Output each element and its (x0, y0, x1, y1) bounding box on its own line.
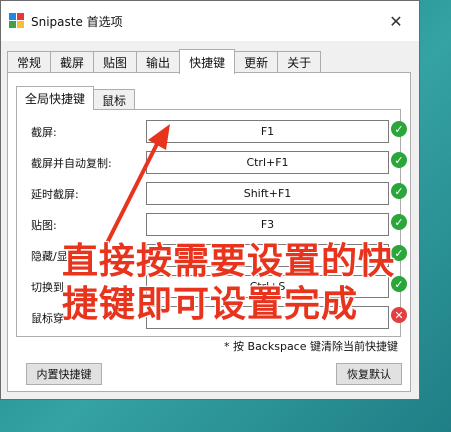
shortcut-label: 切换到 (31, 281, 64, 294)
close-icon: ✕ (389, 11, 403, 31)
shortcut-input[interactable]: F3 (146, 213, 389, 236)
sub-tabs: 全局快捷键 鼠标 (16, 86, 136, 110)
check-icon: ✓ (391, 121, 407, 137)
tab-capture[interactable]: 截屏 (50, 51, 95, 73)
shortcut-row: 贴图: F3 (17, 213, 400, 237)
tab-output[interactable]: 输出 (136, 51, 181, 73)
shortcut-input[interactable]: F1 (146, 120, 389, 143)
check-icon: ✓ (391, 152, 407, 168)
window-title: Snipaste 首选项 (31, 14, 123, 29)
tab-general[interactable]: 常规 (7, 51, 52, 73)
check-icon: ✓ (391, 183, 407, 199)
tab-shortcuts[interactable]: 快捷键 (179, 49, 236, 74)
shortcut-label: 截屏并自动复制: (31, 157, 112, 170)
tab-update[interactable]: 更新 (234, 51, 279, 73)
subtab-mouse[interactable]: 鼠标 (93, 89, 136, 110)
backspace-hint: * 按 Backspace 键清除当前快捷键 (224, 340, 398, 353)
shortcut-row: 截屏并自动复制: Ctrl+F1 (17, 151, 400, 175)
shortcut-input[interactable]: Shift+F1 (146, 182, 389, 205)
builtin-shortcuts-button[interactable]: 内置快捷键 (26, 363, 102, 385)
preferences-window: Snipaste 首选项 ✕ 常规 截屏 贴图 输出 快捷键 更新 关于 全局快… (0, 0, 420, 400)
restore-defaults-button[interactable]: 恢复默认 (336, 363, 402, 385)
shortcut-label: 鼠标穿 (31, 312, 64, 325)
shortcut-row: 截屏: F1 (17, 120, 400, 144)
snipaste-logo-icon (9, 13, 25, 29)
shortcut-label: 贴图: (31, 219, 57, 232)
subtab-global-shortcuts[interactable]: 全局快捷键 (16, 86, 95, 110)
shortcut-label: 延时截屏: (31, 188, 79, 201)
shortcut-label: 截屏: (31, 126, 57, 139)
shortcuts-panel: 全局快捷键 鼠标 截屏: F1 截屏并自动复制: Ctrl+F1 延时截屏: S… (7, 72, 411, 392)
close-button[interactable]: ✕ (381, 9, 411, 33)
shortcut-input[interactable]: Ctrl+F1 (146, 151, 389, 174)
annotation-text: 直接按需要设置的快捷键即可设置完成 (62, 241, 396, 325)
tab-paste[interactable]: 贴图 (93, 51, 138, 73)
main-tabs: 常规 截屏 贴图 输出 快捷键 更新 关于 (7, 49, 322, 74)
check-icon: ✓ (391, 214, 407, 230)
shortcut-row: 延时截屏: Shift+F1 (17, 182, 400, 206)
title-bar: Snipaste 首选项 ✕ (1, 1, 419, 41)
tab-about[interactable]: 关于 (277, 51, 322, 73)
